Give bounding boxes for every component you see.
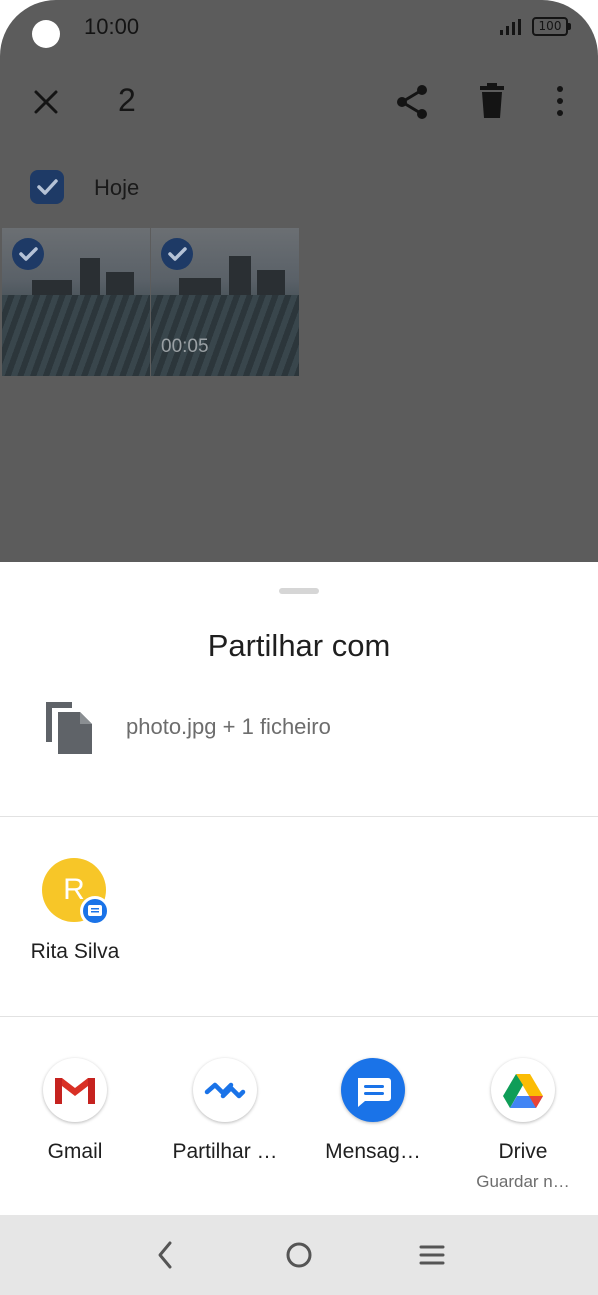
- navigation-bar: [0, 1215, 598, 1295]
- video-duration: 00:05: [161, 336, 209, 357]
- close-icon[interactable]: [28, 84, 64, 120]
- checkmark-icon: [19, 247, 38, 261]
- signal-icon: [500, 19, 521, 35]
- more-options-icon[interactable]: [548, 82, 572, 122]
- recents-icon[interactable]: [412, 1235, 452, 1275]
- selected-count: 2: [118, 82, 136, 118]
- checkmark-icon: [37, 179, 58, 195]
- status-bar: 10:00 100: [0, 0, 598, 56]
- day-label: Hoje: [94, 175, 140, 200]
- file-summary: photo.jpg + 1 ficheiro: [126, 714, 331, 739]
- drive-icon: [491, 1058, 555, 1122]
- selection-toolbar: 2: [0, 70, 598, 134]
- divider: [0, 816, 598, 817]
- divider: [0, 1016, 598, 1017]
- drag-handle[interactable]: [279, 588, 319, 594]
- share-sheet: Partilhar com photo.jpg + 1 ficheiro R R…: [0, 562, 598, 1215]
- home-icon[interactable]: [279, 1235, 319, 1275]
- app-label: Partilhar …: [172, 1140, 278, 1163]
- media-thumbnail[interactable]: 00:05: [151, 228, 299, 376]
- delete-icon[interactable]: [474, 82, 510, 122]
- share-target-nearby-share[interactable]: Partilhar …: [150, 1058, 300, 1198]
- gallery-scrim[interactable]: 10:00 100 2 Hoje 00:05: [0, 0, 598, 562]
- share-target-messages[interactable]: Mensag…: [298, 1058, 448, 1198]
- app-sublabel: Guardar n…: [476, 1172, 570, 1191]
- file-preview-row: photo.jpg + 1 ficheiro: [0, 698, 598, 758]
- app-label: Mensag…: [325, 1140, 421, 1163]
- phone-screen: 10:00 100 2 Hoje 00:05 Partilhar com pho…: [0, 0, 598, 1295]
- nearby-share-icon: [193, 1058, 257, 1122]
- checkmark-icon: [168, 247, 187, 261]
- water-area: [2, 294, 150, 376]
- share-target-drive[interactable]: Drive Guardar n…: [448, 1058, 598, 1198]
- day-section-header[interactable]: Hoje: [0, 166, 598, 210]
- item-checkbox[interactable]: [12, 238, 44, 270]
- share-sheet-title: Partilhar com: [207, 628, 391, 663]
- status-time: 10:00: [84, 14, 140, 39]
- direct-share-contact[interactable]: R Rita Silva: [20, 858, 130, 978]
- share-target-gmail[interactable]: Gmail: [0, 1058, 150, 1198]
- media-thumbnail[interactable]: [2, 228, 150, 376]
- back-icon[interactable]: [146, 1235, 186, 1275]
- camera-cutout: [32, 20, 60, 48]
- messages-icon: [341, 1058, 405, 1122]
- select-all-checkbox[interactable]: [30, 170, 64, 204]
- messages-icon: [80, 896, 110, 926]
- file-copy-icon: [46, 702, 92, 754]
- app-label: Drive: [498, 1140, 548, 1163]
- gmail-icon: [43, 1058, 107, 1122]
- item-checkbox[interactable]: [161, 238, 193, 270]
- share-icon[interactable]: [392, 82, 432, 122]
- contact-name: Rita Silva: [30, 940, 120, 963]
- app-label: Gmail: [47, 1140, 103, 1163]
- battery-icon: 100: [532, 17, 571, 36]
